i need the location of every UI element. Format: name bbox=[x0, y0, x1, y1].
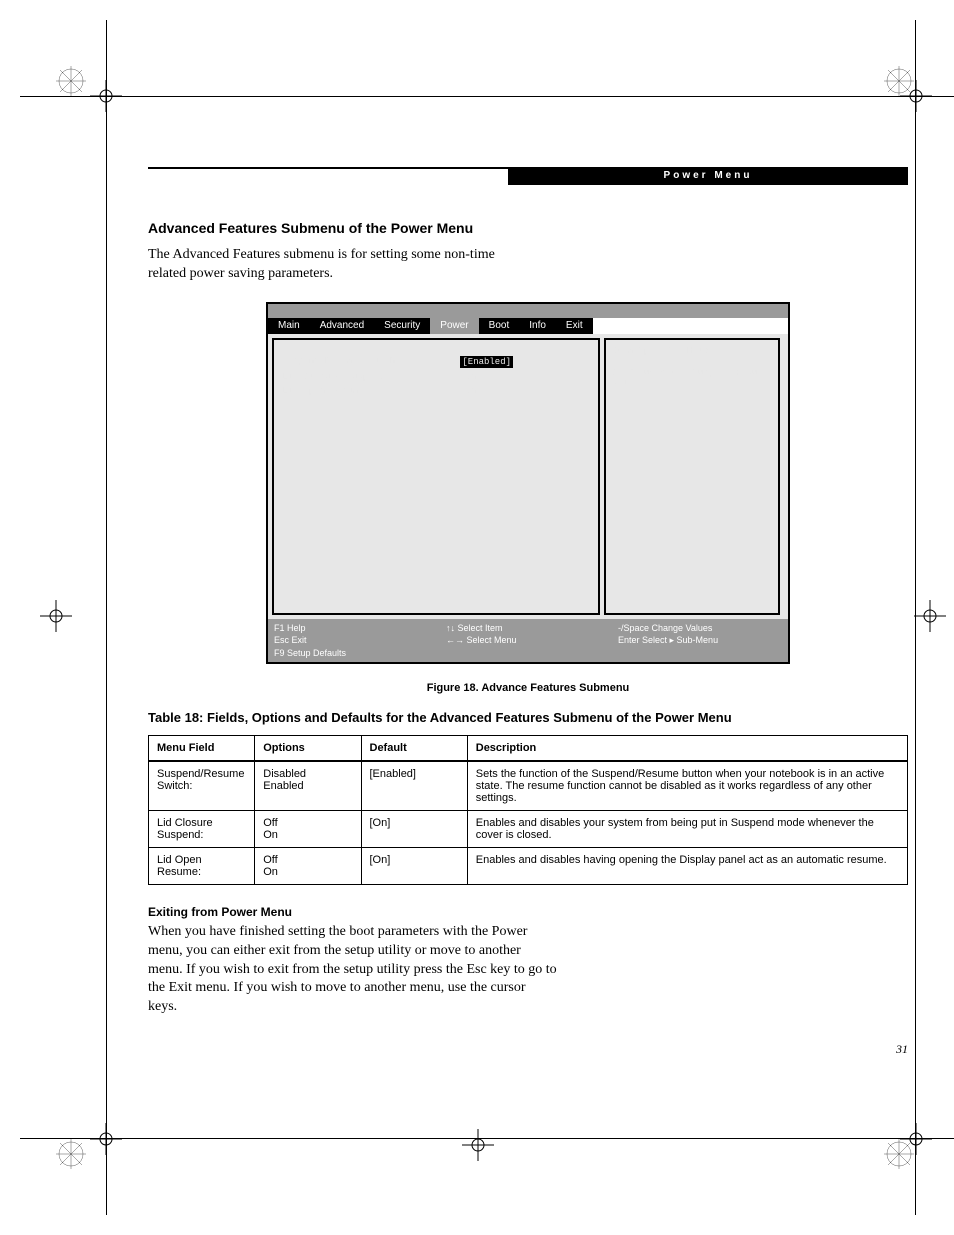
bios-tab: Advanced bbox=[310, 318, 374, 334]
table-cell: Lid Closure Suspend: bbox=[149, 810, 255, 847]
section-title: Advanced Features Submenu of the Power M… bbox=[148, 220, 908, 236]
bios-tab: Security bbox=[374, 318, 430, 334]
table-row: Suspend/Resume Switch: Disabled Enabled … bbox=[149, 761, 908, 811]
table-header: Options bbox=[255, 735, 361, 761]
table-row: Lid Open Resume: Off On [On] Enables and… bbox=[149, 847, 908, 884]
bios-footer-hint: F9 Setup Defaults bbox=[274, 648, 438, 658]
table-cell: [On] bbox=[361, 847, 467, 884]
table-cell: [On] bbox=[361, 810, 467, 847]
crop-mark-icon bbox=[462, 1129, 494, 1161]
page: Power Menu Advanced Features Submenu of … bbox=[0, 0, 954, 1235]
table-cell: Suspend/Resume Switch: bbox=[149, 761, 255, 811]
bios-field-label: Suspend/Resume Switch: bbox=[282, 356, 460, 368]
section-header-tag: Power Menu bbox=[508, 167, 908, 185]
bios-figure: Main Advanced Security Power Boot Info E… bbox=[266, 302, 790, 664]
bios-body: Suspend/Resume Switch: [Enabled] Lid Clo… bbox=[268, 334, 788, 619]
table-header: Description bbox=[467, 735, 907, 761]
bios-field-label: Lid Closure Suspend: bbox=[282, 372, 460, 382]
table-cell: Sets the function of the Suspend/Resume … bbox=[467, 761, 907, 811]
table-cell: Enables and disables your system from be… bbox=[467, 810, 907, 847]
intro-text: The Advanced Features submenu is for set… bbox=[148, 246, 528, 284]
bios-tab: Exit bbox=[556, 318, 593, 334]
bios-tab-active: Power bbox=[430, 318, 478, 334]
options-table: Menu Field Options Default Description S… bbox=[148, 735, 908, 885]
bios-footer-hint: Enter Select ▸ Sub-Menu bbox=[618, 635, 782, 646]
bios-tab: Main bbox=[268, 318, 310, 334]
bios-row: Lid Open Resume: [On] bbox=[274, 384, 598, 398]
table-row: Lid Closure Suspend: Off On [On] Enables… bbox=[149, 810, 908, 847]
crop-mark-icon bbox=[914, 600, 946, 632]
exit-body: When you have finished setting the boot … bbox=[148, 923, 558, 1017]
table-cell: [Enabled] bbox=[361, 761, 467, 811]
bios-footer-hint: Esc Exit bbox=[274, 635, 438, 646]
bios-tab: Boot bbox=[479, 318, 520, 334]
bios-menu-bar: Main Advanced Security Power Boot Info E… bbox=[268, 318, 788, 334]
bios-help-pane: Item Specific Help Configures the Suspen… bbox=[604, 338, 781, 615]
trim-line bbox=[20, 1138, 954, 1139]
bios-help-body: Configures the Suspend/Resume switch. bbox=[606, 362, 779, 394]
register-mark-icon bbox=[56, 66, 86, 96]
table-header: Menu Field bbox=[149, 735, 255, 761]
crop-mark-icon bbox=[900, 1123, 932, 1155]
bios-settings-pane: Suspend/Resume Switch: [Enabled] Lid Clo… bbox=[272, 338, 600, 615]
table-cell: Lid Open Resume: bbox=[149, 847, 255, 884]
bios-field-value: [On] bbox=[460, 386, 589, 396]
bios-row: Suspend/Resume Switch: [Enabled] bbox=[274, 354, 598, 370]
table-caption: Table 18: Fields, Options and Defaults f… bbox=[148, 710, 908, 725]
bios-footer-hint: ↑↓ Select Item bbox=[446, 623, 610, 633]
bios-field-value: [On] bbox=[460, 372, 589, 382]
bios-footer: F1 Help ↑↓ Select Item -/Space Change Va… bbox=[268, 619, 788, 662]
crop-mark-icon bbox=[40, 600, 72, 632]
bios-row: Lid Closure Suspend: [On] bbox=[274, 370, 598, 384]
table-header-row: Menu Field Options Default Description bbox=[149, 735, 908, 761]
trim-line bbox=[106, 20, 107, 1215]
bios-footer-hint: ←→ Select Menu bbox=[446, 635, 610, 646]
subsection-title: Exiting from Power Menu bbox=[148, 905, 908, 919]
page-number: 31 bbox=[896, 1042, 908, 1057]
content-area: Advanced Features Submenu of the Power M… bbox=[148, 220, 908, 1017]
register-mark-icon bbox=[56, 1139, 86, 1169]
bios-title-bar bbox=[268, 304, 788, 318]
figure-caption: Figure 18. Advance Features Submenu bbox=[148, 682, 908, 694]
table-header: Default bbox=[361, 735, 467, 761]
table-cell: Enables and disables having opening the … bbox=[467, 847, 907, 884]
bios-footer-hint: -/Space Change Values bbox=[618, 623, 782, 633]
table-cell: Off On bbox=[255, 847, 361, 884]
bios-help-title: Item Specific Help bbox=[606, 340, 779, 362]
bios-tab: Info bbox=[519, 318, 556, 334]
trim-line bbox=[20, 96, 954, 97]
table-cell: Disabled Enabled bbox=[255, 761, 361, 811]
bios-footer-hint: F1 Help bbox=[274, 623, 438, 633]
trim-line bbox=[915, 20, 916, 1215]
bios-field-label: Lid Open Resume: bbox=[282, 386, 460, 396]
bios-field-value: [Enabled] bbox=[460, 356, 589, 368]
table-cell: Off On bbox=[255, 810, 361, 847]
